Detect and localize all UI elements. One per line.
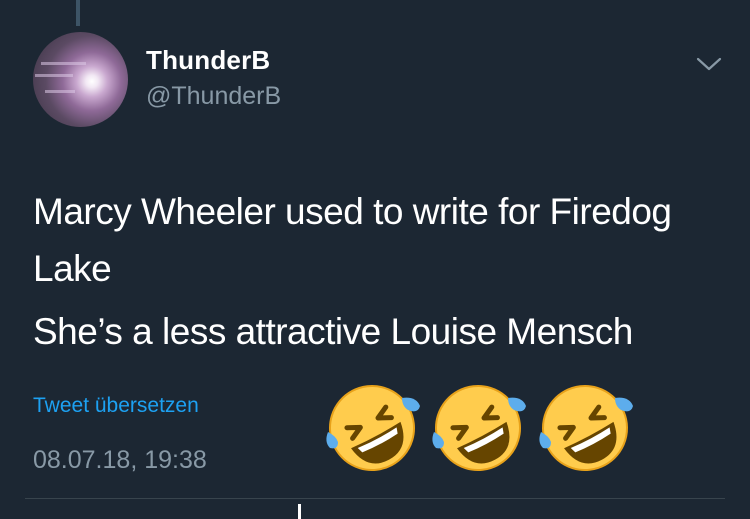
user-handle[interactable]: @ThunderB xyxy=(146,82,281,111)
tweet-text-line: She’s a less attractive Louise Mensch xyxy=(33,311,633,352)
divider xyxy=(25,498,725,499)
scroll-indicator xyxy=(298,504,301,519)
rolling-on-floor-laughing-emoji xyxy=(326,385,420,471)
rolling-on-floor-laughing-emoji xyxy=(432,385,526,471)
avatar-image-streak xyxy=(35,74,73,77)
translate-tweet-link[interactable]: Tweet übersetzen xyxy=(33,394,199,418)
avatar[interactable] xyxy=(33,32,128,127)
rolling-on-floor-laughing-emoji xyxy=(539,385,633,471)
tweet-text-line: Marcy Wheeler used to write for Firedog … xyxy=(33,191,672,289)
avatar-image-streak xyxy=(41,62,86,65)
tweet-body: Marcy Wheeler used to write for Firedog … xyxy=(33,183,723,360)
tweet-timestamp[interactable]: 08.07.18, 19:38 xyxy=(33,446,207,475)
display-name[interactable]: ThunderB xyxy=(146,45,270,76)
chevron-down-icon[interactable] xyxy=(696,56,722,72)
thread-connector-line xyxy=(76,0,80,26)
avatar-image-streak xyxy=(45,90,75,93)
